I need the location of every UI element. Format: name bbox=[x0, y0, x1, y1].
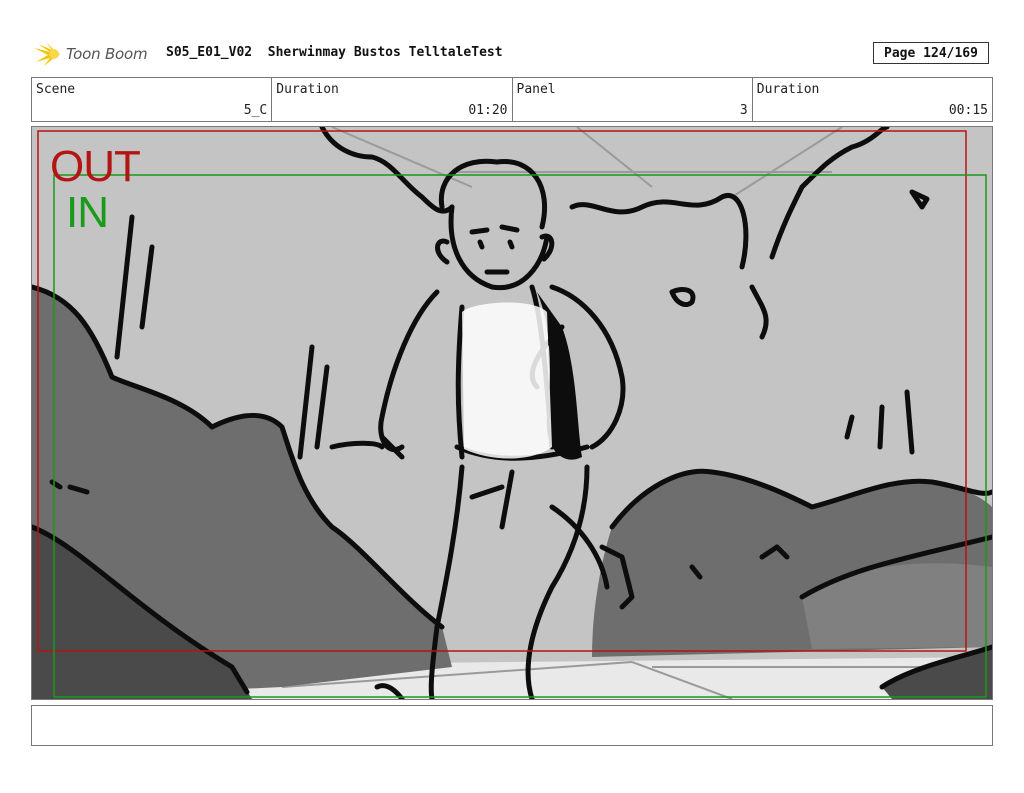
panel-notes-box[interactable] bbox=[31, 705, 993, 746]
storyboard-panel-image: OUT IN bbox=[31, 126, 993, 700]
panel-cell: Panel 3 bbox=[513, 78, 753, 121]
panel-value: 3 bbox=[739, 103, 748, 118]
scene-duration-label: Duration bbox=[276, 82, 339, 97]
out-frame-label: OUT bbox=[50, 142, 141, 191]
scene-label: Scene bbox=[36, 82, 76, 97]
scene-value: 5_C bbox=[243, 103, 268, 118]
scene-duration-cell: Duration 01:20 bbox=[272, 78, 513, 121]
panel-duration-label: Duration bbox=[756, 82, 820, 97]
panel-drawing bbox=[32, 127, 992, 699]
storyboard-header: Toon Boom S05_E01_V02 Sherwinmay Bustos … bbox=[30, 40, 993, 68]
in-frame-label: IN bbox=[66, 188, 109, 237]
page-counter: Page 124/169 bbox=[873, 42, 989, 64]
toon-boom-logo: Toon Boom bbox=[32, 40, 148, 68]
panel-duration-value: 00:15 bbox=[948, 103, 988, 118]
panel-label: Panel bbox=[516, 82, 556, 97]
scene-cell: Scene 5_C bbox=[32, 78, 273, 121]
logo-text: Toon Boom bbox=[66, 45, 148, 63]
panel-duration-cell: Duration 00:15 bbox=[753, 78, 992, 121]
panel-info-table: Scene 5_C Duration 01:20 Panel 3 Duratio… bbox=[31, 77, 993, 122]
star-icon bbox=[34, 42, 60, 66]
project-title: S05_E01_V02 Sherwinmay Bustos TelltaleTe… bbox=[166, 45, 503, 60]
scene-duration-value: 01:20 bbox=[468, 103, 508, 118]
